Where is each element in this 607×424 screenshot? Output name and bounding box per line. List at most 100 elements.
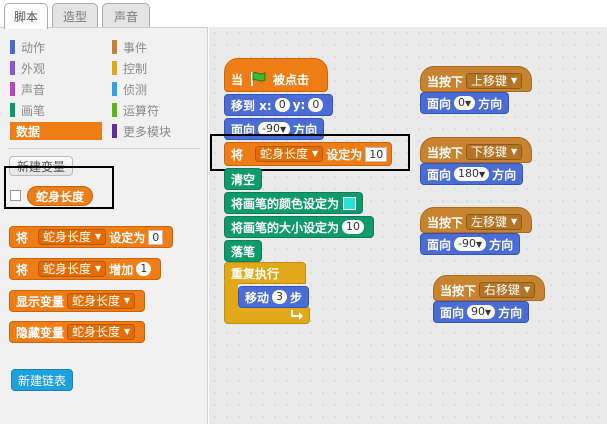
go-to-xy-block[interactable]: 移到 x: 0 y: 0: [224, 94, 334, 116]
hide-variable-block[interactable]: 隐藏变量 蛇身长度 ▼: [9, 321, 146, 343]
forever-header: 重复执行: [224, 262, 306, 284]
palette-divider: [8, 148, 200, 149]
block-keyword: 面向: [427, 237, 452, 252]
variable-dropdown[interactable]: 蛇身长度 ▼: [38, 229, 107, 245]
category-data[interactable]: 数据: [10, 122, 102, 140]
category-sound[interactable]: 声音: [10, 80, 100, 98]
block-text: 方向: [492, 167, 517, 182]
direction-dropdown[interactable]: -90▼: [454, 237, 487, 251]
chevron-down-icon: ▼: [479, 170, 486, 179]
clear-block[interactable]: 清空: [224, 168, 263, 190]
color-swatch-input[interactable]: [343, 196, 357, 210]
x-input[interactable]: 0: [274, 98, 290, 112]
block-keyword: 当按下: [427, 215, 464, 230]
when-key-pressed-block[interactable]: 当按下 左移键 ▼: [420, 207, 533, 233]
block-keyword: 显示变量: [16, 294, 65, 309]
y-input[interactable]: 0: [308, 98, 324, 112]
category-events[interactable]: 事件: [112, 38, 202, 56]
key-dropdown[interactable]: 下移键 ▼: [466, 144, 523, 160]
set-pen-size-block[interactable]: 将画笔的大小设定为 10: [224, 216, 375, 238]
block-text: y:: [292, 98, 306, 112]
chevron-down-icon: ▼: [511, 76, 518, 85]
scratch-editor: 脚本 造型 声音 动作 事件 外观 控制 声音 侦测 画笔 运算符 数据 更多模…: [0, 0, 607, 424]
category-color-swatch: [112, 103, 117, 117]
direction-dropdown[interactable]: 0▼: [454, 96, 476, 110]
variable-dropdown[interactable]: 蛇身长度 ▼: [38, 261, 107, 277]
category-label: 动作: [21, 40, 46, 55]
block-text: 步: [290, 290, 303, 305]
category-pen[interactable]: 画笔: [10, 101, 100, 119]
category-color-swatch: [10, 40, 15, 54]
key-dropdown[interactable]: 上移键 ▼: [466, 73, 523, 89]
forever-arm: [224, 282, 238, 308]
category-looks[interactable]: 外观: [10, 59, 100, 77]
dropdown-label: 蛇身长度: [72, 325, 121, 339]
point-in-direction-block[interactable]: 面向 90▼ 方向: [433, 301, 530, 323]
when-key-pressed-block[interactable]: 当按下 上移键 ▼: [420, 66, 533, 92]
chevron-down-icon: ▼: [465, 99, 472, 108]
block-palette: 动作 事件 外观 控制 声音 侦测 画笔 运算符 数据 更多模块 新建变量 蛇身…: [0, 27, 208, 424]
chevron-down-icon: ▼: [95, 264, 102, 273]
category-label: 侦测: [123, 82, 148, 97]
category-control[interactable]: 控制: [112, 59, 202, 77]
highlight-box: [210, 134, 410, 171]
category-sensing[interactable]: 侦测: [112, 80, 202, 98]
block-keyword: 当按下: [427, 74, 464, 89]
category-label: 运算符: [123, 103, 160, 118]
value-input[interactable]: 0: [148, 229, 164, 245]
set-variable-block[interactable]: 将 蛇身长度 ▼ 设定为 0: [9, 226, 174, 248]
show-variable-block[interactable]: 显示变量 蛇身长度 ▼: [9, 290, 146, 312]
block-keyword: 面向: [427, 167, 452, 182]
tab-costumes[interactable]: 造型: [52, 3, 98, 28]
new-list-button[interactable]: 新建链表: [11, 369, 73, 391]
value-input[interactable]: 10: [342, 220, 365, 234]
category-color-swatch: [10, 82, 15, 96]
when-key-pressed-block[interactable]: 当按下 右移键 ▼: [433, 275, 546, 301]
pen-down-block[interactable]: 落笔: [224, 240, 263, 262]
tab-scripts[interactable]: 脚本: [4, 3, 48, 29]
move-steps-block[interactable]: 移动 3 步: [238, 286, 310, 308]
when-flag-clicked-block[interactable]: 当 被点击: [224, 58, 328, 92]
dropdown-label: 0: [458, 96, 466, 109]
key-dropdown[interactable]: 右移键 ▼: [479, 282, 536, 298]
change-variable-block[interactable]: 将 蛇身长度 ▼ 增加 1: [9, 258, 162, 280]
block-keyword: 隐藏变量: [16, 325, 65, 340]
category-operators[interactable]: 运算符: [112, 101, 202, 119]
when-key-pressed-block[interactable]: 当按下 下移键 ▼: [420, 137, 533, 163]
block-text: 方向: [498, 305, 523, 320]
category-color-swatch: [10, 103, 15, 117]
block-keyword: 将: [16, 230, 29, 245]
chevron-down-icon: ▼: [475, 240, 483, 249]
block-text: 方向: [489, 237, 514, 252]
category-color-swatch: [112, 82, 117, 96]
block-keyword: 重复执行: [231, 266, 280, 281]
category-more-blocks[interactable]: 更多模块: [112, 122, 202, 140]
block-text: 设定为: [109, 230, 146, 245]
category-label: 更多模块: [123, 124, 172, 139]
block-keyword: 移动: [245, 290, 270, 305]
block-keyword: 面向: [440, 305, 465, 320]
value-input[interactable]: 3: [272, 290, 288, 304]
variable-dropdown[interactable]: 蛇身长度 ▼: [67, 324, 136, 340]
block-text: 增加: [109, 262, 134, 277]
block-keyword: 面向: [427, 96, 452, 111]
block-keyword: 当: [231, 72, 244, 87]
chevron-down-icon: ▼: [95, 232, 102, 241]
highlight-box: [4, 166, 114, 209]
point-in-direction-block[interactable]: 面向 0▼ 方向: [420, 92, 510, 114]
block-keyword: 将画笔的大小设定为: [231, 220, 340, 235]
green-flag-icon: [251, 72, 266, 86]
direction-dropdown[interactable]: 180▼: [454, 167, 490, 181]
category-motion[interactable]: 动作: [10, 38, 100, 56]
chevron-down-icon: ▼: [485, 308, 492, 317]
direction-dropdown[interactable]: 90▼: [467, 305, 496, 319]
tab-sounds[interactable]: 声音: [102, 3, 150, 28]
dropdown-label: 90: [471, 305, 486, 318]
set-pen-color-block[interactable]: 将画笔的颜色设定为: [224, 192, 364, 214]
point-in-direction-block[interactable]: 面向 180▼ 方向: [420, 163, 524, 185]
value-input[interactable]: 1: [136, 262, 152, 276]
key-dropdown[interactable]: 左移键 ▼: [466, 214, 523, 230]
point-in-direction-block[interactable]: 面向 -90▼ 方向: [420, 233, 521, 255]
dropdown-label: 蛇身长度: [72, 294, 121, 308]
variable-dropdown[interactable]: 蛇身长度 ▼: [67, 293, 136, 309]
